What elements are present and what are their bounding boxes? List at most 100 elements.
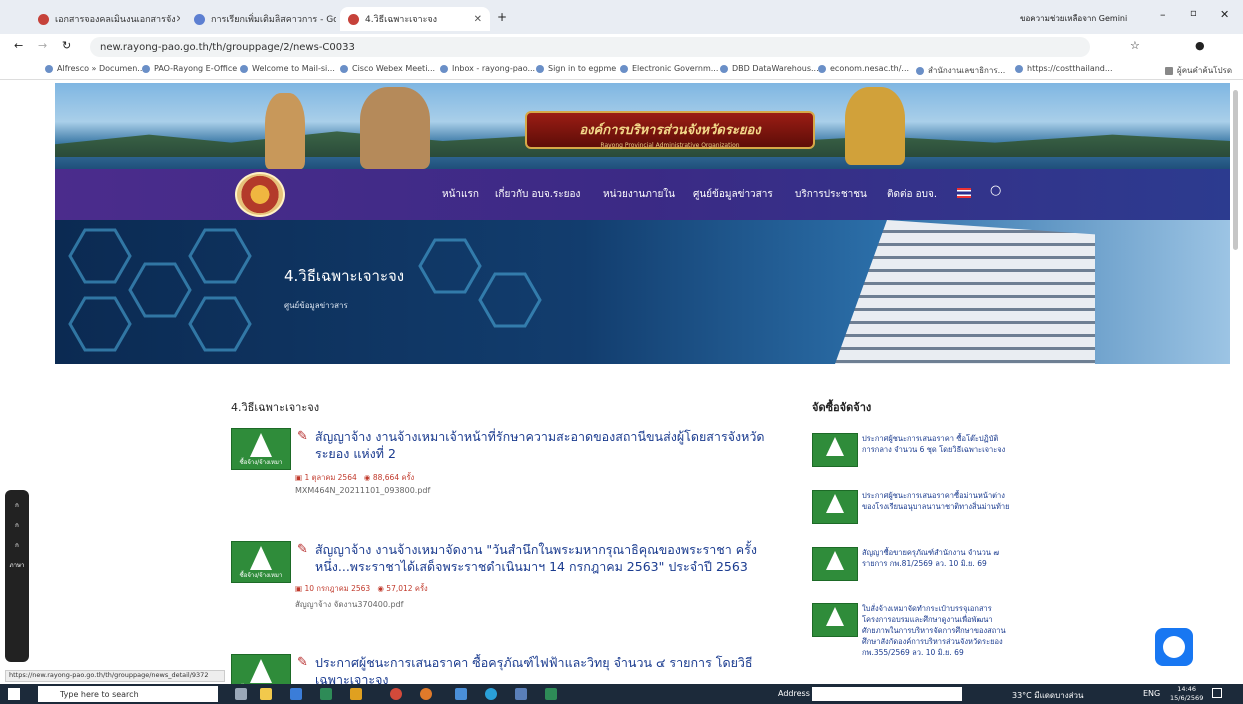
procurement-thumbnail[interactable] [812,490,858,524]
file-explorer-icon[interactable] [260,688,272,700]
app-icon[interactable] [455,688,467,700]
nav-item-info-center[interactable]: ศูนย์ข้อมูลข่าวสาร [693,187,773,202]
task-view-icon[interactable] [235,688,247,700]
bookmark-item[interactable]: Alfresco » Documen... [45,64,145,73]
procurement-thumbnail[interactable]: ซื้อจ้าง/จ้างเหมา [231,428,291,470]
procurement-thumbnail[interactable] [812,547,858,581]
bookmark-item[interactable]: Electronic Governm... [620,64,718,73]
link-status-url: https://new.rayong-pao.go.th/th/grouppag… [5,670,225,682]
messenger-icon [1163,636,1185,658]
language-label[interactable]: ภาษา [5,560,29,570]
windows-taskbar: Type here to search Address 33°C มีแดดบา… [0,684,1243,704]
close-tab-icon[interactable]: ✕ [176,14,180,25]
news-post[interactable]: ซื้อจ้าง/จ้างเหมา ✎ สัญญาจ้าง งานจ้างเหม… [231,428,791,508]
sidebar-item[interactable]: ใบสั่งจ้างเหมาจัดทำกระเป๋าบรรจุเอกสาร โค… [812,603,1012,679]
bookmark-icon [340,64,348,73]
post-title[interactable]: สัญญาจ้าง งานจ้างเหมาจัดงาน "วันสำนึกในพ… [315,541,785,575]
reload-icon[interactable]: ↻ [62,39,71,52]
address-toolbar-label: Address [778,689,810,698]
app-icon[interactable] [290,688,302,700]
sidebar-item-label[interactable]: ประกาศผู้ชนะการเสนอราคา ซื้อโต๊ะปฏิบัติก… [862,433,1012,455]
minimize-icon[interactable]: – [1160,8,1166,21]
forward-icon[interactable]: → [38,39,47,52]
input-language[interactable]: ENG [1143,689,1160,698]
close-tab-icon[interactable]: ✕ [474,14,482,25]
browser-tab-active[interactable]: 4.วิธีเฉพาะเจาะจง ✕ [340,7,490,31]
post-attachment[interactable]: สัญญาจ้าง จัดงาน370400.pdf [295,598,403,611]
nav-item-departments[interactable]: หน่วยงานภายใน [603,187,675,202]
bookmark-icon [142,64,150,73]
breadcrumb[interactable]: ศูนย์ข้อมูลข่าวสาร [284,299,348,312]
profile-icon[interactable]: ● [1195,39,1205,52]
text-size-icon[interactable]: ก [5,520,29,530]
org-title-plate: องค์การบริหารส่วนจังหวัดระยอง Rayong Pro… [525,111,815,149]
tab-label: การเรียกเพิ่มเติมลิสคาวการ - Goo [211,15,336,25]
page-title: 4.วิธีเฉพาะเจาะจง [284,267,405,285]
page-scrollbar[interactable] [1233,90,1238,250]
bookmark-item[interactable]: PAO-Rayong E-Office [142,64,237,73]
taskbar-search-input[interactable]: Type here to search [38,686,218,702]
bookmark-icon [916,66,924,75]
browser-tab[interactable]: การเรียกเพิ่มเติมลิสคาวการ - Goo ✕ [186,7,336,31]
app-icon[interactable] [515,688,527,700]
sidebar-item[interactable]: ประกาศผู้ชนะการเสนอราคาซื้อม่านหน้าต่างข… [812,490,1012,530]
bookmark-item[interactable]: สำนักงานเลขาธิการ... [916,64,1005,77]
back-icon[interactable]: ← [14,39,23,52]
messenger-chat-button[interactable] [1155,628,1193,666]
text-size-icon[interactable]: ก [5,500,29,510]
bookmark-item[interactable]: https://costthailand... [1015,64,1113,73]
nav-item-home[interactable]: หน้าแรก [442,187,479,202]
url-input[interactable]: new.rayong-pao.go.th/th/grouppage/2/news… [90,37,1090,57]
chrome-icon[interactable] [390,688,402,700]
building-photo [835,220,1095,364]
bookmark-item[interactable]: DBD DataWarehous... [720,64,819,73]
nav-item-contact[interactable]: ติดต่อ อบจ. [887,187,937,202]
sidebar-item[interactable]: สัญญาซื้อขายครุภัณฑ์สำนักงาน จำนวน ๗ ราย… [812,547,1012,587]
post-attachment[interactable]: MXM464N_20211101_093800.pdf [295,486,430,495]
browser-tab[interactable]: เอกสารจองคลเมินงนเอกสารจัง ✕ [30,7,180,31]
org-logo[interactable] [235,172,285,217]
news-post[interactable]: ซื้อจ้าง/จ้างเหมา ✎ สัญญาจ้าง งานจ้างเหม… [231,541,791,621]
bookmark-folder[interactable]: ผู้คนคำค้นโปรด [1165,64,1232,77]
procurement-thumbnail[interactable] [812,603,858,637]
notifications-icon[interactable] [1212,688,1222,698]
excel-icon[interactable] [545,688,557,700]
app-icon[interactable] [350,688,362,700]
procurement-thumbnail[interactable]: ซื้อจ้าง/จ้างเหมา [231,654,291,684]
sidebar-item[interactable]: ประกาศผู้ชนะการเสนอราคา ซื้อโต๊ะปฏิบัติก… [812,433,1012,473]
nav-item-about[interactable]: เกี่ยวกับ อบจ.ระยอง [495,187,580,202]
system-clock[interactable]: 14:46 15/6/2569 [1170,685,1203,703]
windows-start-icon[interactable] [8,688,20,700]
edge-icon[interactable] [485,688,497,700]
post-title[interactable]: ประกาศผู้ชนะการเสนอราคา ซื้อครุภัณฑ์ไฟฟ้… [315,654,785,684]
gemini-button[interactable]: ขอความช่วยเหลือจาก Gemini [1020,12,1127,25]
bookmark-item[interactable]: Welcome to Mail-si... [240,64,335,73]
close-window-icon[interactable]: ✕ [1220,8,1229,21]
bookmark-star-icon[interactable]: ☆ [1130,39,1140,52]
new-tab-icon[interactable]: + [497,10,507,24]
browser-icon[interactable] [420,688,432,700]
bookmark-item[interactable]: Cisco Webex Meeti... [340,64,435,73]
bookmark-item[interactable]: Sign in to egpme [536,64,616,73]
procurement-thumbnail[interactable] [812,433,858,467]
nav-item-services[interactable]: บริการประชาชน [795,187,867,202]
text-size-icon[interactable]: ก [5,540,29,550]
thai-flag-icon[interactable] [957,188,971,198]
app-icon[interactable] [320,688,332,700]
search-placeholder: Type here to search [60,689,139,699]
sidebar-item-label[interactable]: ใบสั่งจ้างเหมาจัดทำกระเป๋าบรรจุเอกสาร โค… [862,603,1012,658]
maximize-icon[interactable]: ▫ [1190,8,1197,19]
user-login-icon[interactable]: ○ [990,183,1001,198]
news-post[interactable]: ซื้อจ้าง/จ้างเหมา ✎ ประกาศผู้ชนะการเสนอร… [231,654,791,684]
post-meta: ▣ 1 ตุลาคม 2564 ◉ 88,664 ครั้ง [295,473,415,482]
page-hero: 4.วิธีเฉพาะเจาะจง ศูนย์ข้อมูลข่าวสาร [55,220,1230,364]
weather-widget[interactable]: 33°C มีแดดบางส่วน [1012,689,1083,702]
bookmark-item[interactable]: econom.nesac.th/... [818,64,909,73]
address-toolbar-input[interactable] [812,687,962,701]
post-title[interactable]: สัญญาจ้าง งานจ้างเหมาเจ้าหน้าที่รักษาควา… [315,428,785,462]
sidebar-item-label[interactable]: ประกาศผู้ชนะการเสนอราคาซื้อม่านหน้าต่างข… [862,490,1012,512]
procurement-thumbnail[interactable]: ซื้อจ้าง/จ้างเหมา [231,541,291,583]
bookmark-item[interactable]: Inbox - rayong-pao... [440,64,535,73]
accessibility-toolbar[interactable]: ก ก ก ภาษา [5,490,29,662]
sidebar-item-label[interactable]: สัญญาซื้อขายครุภัณฑ์สำนักงาน จำนวน ๗ ราย… [862,547,1012,569]
